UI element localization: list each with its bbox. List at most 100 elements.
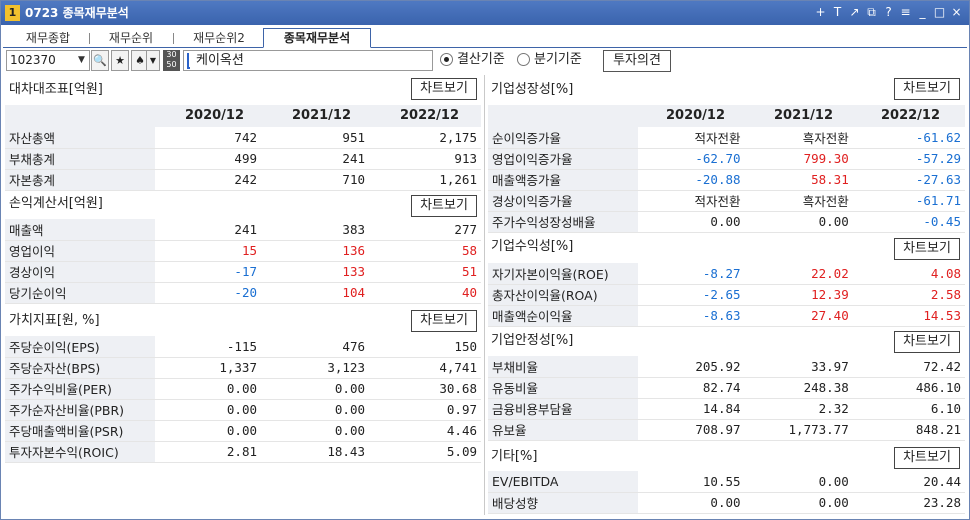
stability-chart-button[interactable]: 차트보기	[894, 331, 960, 353]
cell-value: 1,773.77	[744, 419, 853, 441]
quarter-radio[interactable]	[517, 53, 530, 66]
cell-value: 2.81	[155, 441, 261, 463]
cell-value: 205.92	[638, 356, 745, 378]
table-row[interactable]: 경상이익증가율 적자전환 흑자전환 -61.71	[488, 190, 965, 212]
table-row[interactable]: 주당순자산(BPS) 1,337 3,123 4,741	[5, 357, 481, 379]
cell-value: 476	[261, 336, 369, 358]
minimize-icon[interactable]: _	[916, 4, 929, 20]
row-label: 투자자본수익(ROIC)	[5, 441, 155, 463]
chevron-down-icon[interactable]: ▼	[146, 50, 160, 71]
cell-value: 486.10	[852, 377, 965, 399]
profitability-title: 기업수익성[%]	[491, 239, 574, 254]
company-name-field[interactable]: 케이옥션	[183, 50, 433, 71]
table-row[interactable]: 부채총계 499 241 913	[5, 148, 481, 170]
help-icon[interactable]: ?	[882, 4, 895, 20]
row-label: 배당성향	[488, 492, 639, 514]
search-icon[interactable]: 🔍	[91, 50, 109, 71]
quarter-radio-label[interactable]: 분기기준	[534, 51, 582, 69]
cell-value: -62.70	[638, 148, 745, 170]
row-label: 금융비용부담율	[488, 398, 639, 420]
row-label: 주가순자산비율(PBR)	[5, 399, 155, 421]
cell-value: 277	[369, 219, 481, 241]
text-icon[interactable]: T	[831, 4, 844, 20]
close-icon[interactable]: ×	[950, 4, 963, 20]
table-row[interactable]: 영업이익 15 136 58	[5, 240, 481, 262]
table-row[interactable]: 유보율 708.97 1,773.77 848.21	[488, 419, 965, 441]
table-row[interactable]: 매출액순이익율 -8.63 27.40 14.53	[488, 305, 965, 327]
tab-stock-financial-analysis[interactable]: 종목재무분석	[263, 28, 371, 48]
row-label: 부채비율	[488, 356, 639, 378]
table-row[interactable]: 투자자본수익(ROIC) 2.81 18.43 5.09	[5, 441, 481, 463]
row-label: 매출액	[5, 219, 155, 241]
table-row[interactable]: 순이익증가율 적자전환 흑자전환 -61.62	[488, 127, 965, 149]
table-row[interactable]: EV/EBITDA 10.55 0.00 20.44	[488, 471, 965, 493]
window-icon[interactable]: ⧉	[865, 4, 878, 20]
income-chart-button[interactable]: 차트보기	[411, 195, 477, 217]
balance-chart-button[interactable]: 차트보기	[411, 78, 477, 100]
table-row[interactable]: 주가수익비율(PER) 0.00 0.00 30.68	[5, 378, 481, 400]
cell-value: 913	[369, 148, 481, 170]
growth-chart-button[interactable]: 차트보기	[894, 78, 960, 100]
stability-table: 부채비율 205.92 33.97 72.42 유동비율 82.74 248.38 486.1…	[488, 356, 965, 441]
title-bar[interactable]: 1 0723 종목재무분석 + T ↗ ⧉ ? ≡ _ □ ×	[1, 1, 969, 25]
cell-value: 51	[369, 261, 481, 283]
table-row[interactable]: 주가순자산비율(PBR) 0.00 0.00 0.97	[5, 399, 481, 421]
cell-value: 23.28	[852, 492, 965, 514]
cell-value: 4,741	[369, 357, 481, 379]
tab-financial-ranking-2[interactable]: 재무순위2	[179, 29, 259, 48]
table-row[interactable]: 자기자본이익율(ROE) -8.27 22.02 4.08	[488, 263, 965, 285]
year-selector[interactable]: 30 50	[163, 50, 180, 71]
invest-opinion-button[interactable]: 투자의견	[603, 50, 671, 72]
cell-value: 4.08	[852, 263, 965, 285]
table-row[interactable]: 주당매출액비율(PSR) 0.00 0.00 4.46	[5, 420, 481, 442]
window-title: 0723 종목재무분석	[25, 6, 129, 20]
row-label: 유보율	[488, 419, 639, 441]
year-header-2020: 2020/12	[666, 108, 726, 123]
company-name: 케이옥션	[196, 53, 244, 68]
row-label: 순이익증가율	[488, 127, 639, 149]
cell-value: 2,175	[369, 127, 481, 149]
row-label: 경상이익증가율	[488, 190, 639, 212]
year-header-2021: 2021/12	[774, 108, 834, 123]
etc-chart-button[interactable]: 차트보기	[894, 447, 960, 469]
income-statement-title: 손익계산서[억원]	[9, 196, 103, 211]
table-row[interactable]: 경상이익 -17 133 51	[5, 261, 481, 283]
cell-value: 33.97	[744, 356, 853, 378]
cell-value: -61.71	[852, 190, 965, 212]
tab-financial-summary[interactable]: 재무종합	[13, 29, 83, 48]
table-row[interactable]: 주당순이익(EPS) -115 476 150	[5, 336, 481, 358]
table-row[interactable]: 금융비용부담율 14.84 2.32 6.10	[488, 398, 965, 420]
maximize-icon[interactable]: □	[933, 4, 946, 20]
cell-value: 4.46	[369, 420, 481, 442]
value-chart-button[interactable]: 차트보기	[411, 310, 477, 332]
cell-value: 12.39	[744, 284, 853, 306]
link-icon[interactable]: ↗	[848, 4, 861, 20]
table-row[interactable]: 매출액 241 383 277	[5, 219, 481, 241]
year-header-2022: 2022/12	[881, 108, 941, 123]
income-statement-table: 매출액 241 383 277 영업이익 15 136 58 경상이익 -17 133 51 당기순이익…	[5, 219, 481, 304]
stock-code-value: 102370	[10, 53, 56, 67]
table-row[interactable]: 매출액증가율 -20.88 58.31 -27.63	[488, 169, 965, 191]
row-label: 자산총액	[5, 127, 155, 149]
table-row[interactable]: 주가수익성장성배율 0.00 0.00 -0.45	[488, 211, 965, 233]
cell-value: 14.84	[638, 398, 745, 420]
table-row[interactable]: 영업이익증가율 -62.70 799.30 -57.29	[488, 148, 965, 170]
value-indicator-table: 주당순이익(EPS) -115 476 150 주당순자산(BPS) 1,337 3,123…	[5, 336, 481, 463]
star-icon[interactable]: ★	[111, 50, 129, 71]
table-row[interactable]: 총자산이익율(ROA) -2.65 12.39 2.58	[488, 284, 965, 306]
tab-financial-ranking[interactable]: 재무순위	[95, 29, 167, 48]
chevron-down-icon[interactable]: ▼	[74, 51, 89, 70]
table-row[interactable]: 자본총계 242 710 1,261	[5, 169, 481, 191]
table-row[interactable]: 배당성향 0.00 0.00 23.28	[488, 492, 965, 514]
table-row[interactable]: 당기순이익 -20 104 40	[5, 282, 481, 304]
table-row[interactable]: 유동비율 82.74 248.38 486.10	[488, 377, 965, 399]
table-row[interactable]: 부채비율 205.92 33.97 72.42	[488, 356, 965, 378]
row-label: 자기자본이익율(ROE)	[488, 263, 639, 285]
menu-icon[interactable]: ≡	[899, 4, 912, 20]
settlement-radio-label[interactable]: 결산기준	[457, 51, 505, 69]
settlement-radio[interactable]	[440, 53, 453, 66]
profitability-chart-button[interactable]: 차트보기	[894, 238, 960, 260]
year-header-2022: 2022/12	[400, 108, 460, 123]
table-row[interactable]: 자산총액 742 951 2,175	[5, 127, 481, 149]
add-icon[interactable]: +	[814, 4, 827, 20]
